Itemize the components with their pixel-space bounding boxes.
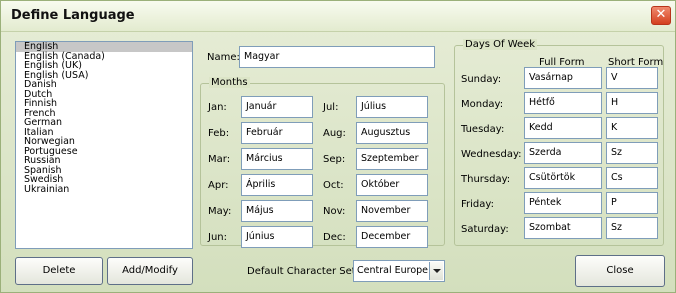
month-field[interactable]: December <box>356 226 428 248</box>
chevron-down-icon[interactable] <box>429 262 443 280</box>
delete-button[interactable]: Delete <box>15 257 103 285</box>
window-title: Define Language <box>11 8 135 23</box>
month-label: Feb: <box>208 128 230 139</box>
month-label: Dec: <box>323 232 346 243</box>
name-label: Name: <box>207 52 240 63</box>
days-title: Days Of Week <box>463 39 538 50</box>
month-field[interactable]: Február <box>241 122 313 144</box>
day-short-field[interactable]: P <box>606 192 658 214</box>
day-label: Wednesday: <box>461 149 522 160</box>
day-full-field[interactable]: Csütörtök <box>524 167 602 189</box>
month-field[interactable]: Július <box>356 96 428 118</box>
month-field[interactable]: Június <box>241 226 313 248</box>
day-label: Friday: <box>461 199 494 210</box>
month-label: Jan: <box>208 102 227 113</box>
month-field[interactable]: Október <box>356 174 428 196</box>
month-field[interactable]: November <box>356 200 428 222</box>
charset-label: Default Character Set: <box>247 266 360 277</box>
day-full-field[interactable]: Szombat <box>524 217 602 239</box>
day-short-field[interactable]: V <box>606 67 658 89</box>
day-label: Saturday: <box>461 224 509 235</box>
month-field[interactable]: Április <box>241 174 313 196</box>
day-label: Tuesday: <box>461 124 505 135</box>
close-button[interactable]: Close <box>575 255 665 287</box>
day-full-field[interactable]: Vasárnap <box>524 67 602 89</box>
month-label: Jul: <box>323 102 339 113</box>
month-label: May: <box>208 206 232 217</box>
day-short-field[interactable]: Sz <box>606 142 658 164</box>
language-list-item[interactable]: Ukrainian <box>16 184 192 195</box>
month-label: Oct: <box>323 180 344 191</box>
day-full-field[interactable]: Hétfő <box>524 92 602 114</box>
day-short-field[interactable]: H <box>606 92 658 114</box>
month-field[interactable]: Január <box>241 96 313 118</box>
month-field[interactable]: Augusztus <box>356 122 428 144</box>
charset-select[interactable]: Central Europe <box>353 260 445 282</box>
language-list[interactable]: English English (Canada) English (UK) Engli… <box>15 41 193 249</box>
month-label: Mar: <box>208 154 231 165</box>
month-field[interactable]: Május <box>241 200 313 222</box>
month-label: Apr: <box>208 180 229 191</box>
title-bar: Define Language ✕ <box>1 1 675 32</box>
day-label: Monday: <box>461 99 504 110</box>
define-language-dialog: Define Language ✕ English English (Canada… <box>0 0 676 293</box>
day-short-field[interactable]: Sz <box>606 217 658 239</box>
day-label: Sunday: <box>461 74 502 85</box>
month-label: Aug: <box>323 128 346 139</box>
name-field[interactable]: Magyar <box>239 46 435 68</box>
day-short-field[interactable]: Cs <box>606 167 658 189</box>
close-window-icon[interactable]: ✕ <box>651 6 671 25</box>
day-short-field[interactable]: K <box>606 117 658 139</box>
day-full-field[interactable]: Péntek <box>524 192 602 214</box>
day-full-field[interactable]: Szerda <box>524 142 602 164</box>
month-label: Sep: <box>323 154 346 165</box>
month-field[interactable]: Március <box>241 148 313 170</box>
charset-value: Central Europe <box>357 265 429 276</box>
day-label: Thursday: <box>461 174 511 185</box>
months-title: Months <box>209 77 250 88</box>
month-label: Nov: <box>323 206 346 217</box>
day-full-field[interactable]: Kedd <box>524 117 602 139</box>
month-label: Jun: <box>208 232 227 243</box>
add-modify-button[interactable]: Add/Modify <box>107 257 193 285</box>
month-field[interactable]: Szeptember <box>356 148 428 170</box>
